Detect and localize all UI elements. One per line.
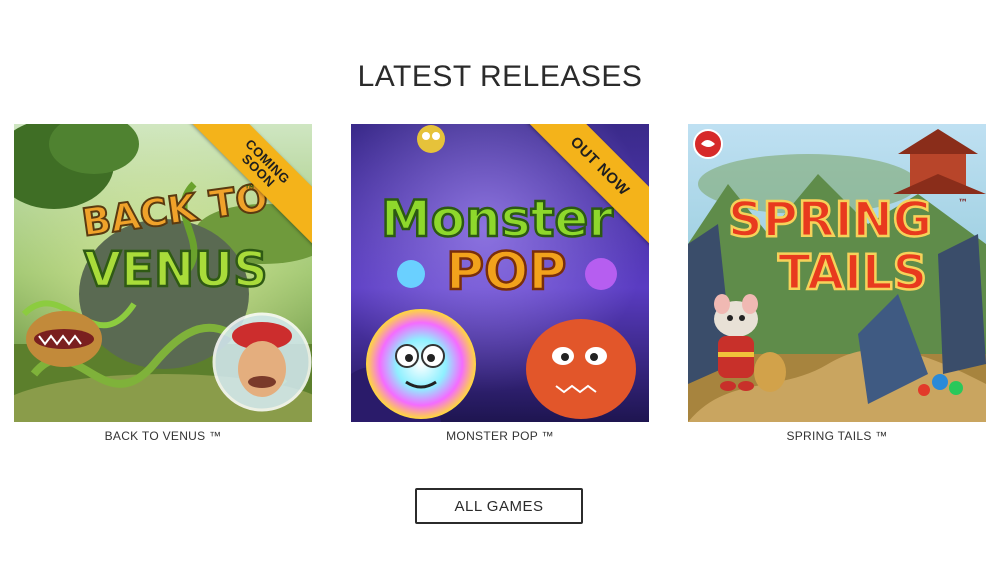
purple-monster-icon: [585, 258, 617, 290]
all-games-button[interactable]: ALL GAMES: [415, 488, 583, 524]
logo-line2: VENUS: [84, 242, 268, 298]
orange-monster-icon: [526, 319, 636, 419]
astronaut-icon: [212, 312, 312, 412]
game-thumbnail[interactable]: BACK TO VENUS ™ COMING SOON: [14, 124, 312, 422]
logo-line1: SPRING: [728, 192, 932, 248]
blue-gem-icon: [932, 374, 948, 390]
blue-monster-icon: [397, 260, 425, 288]
spring-tails-artwork: SPRING TAILS ™: [688, 124, 986, 422]
logo-line2: TAILS: [778, 245, 927, 301]
game-title[interactable]: BACK TO VENUS ™: [14, 429, 312, 443]
plant-monster-icon: [26, 311, 102, 367]
game-thumbnail[interactable]: SPRING TAILS ™: [688, 124, 986, 422]
game-title[interactable]: SPRING TAILS ™: [688, 429, 986, 443]
dragon-logo-icon: [693, 129, 723, 159]
yellow-monster-icon: [417, 125, 445, 153]
game-title[interactable]: MONSTER POP ™: [351, 429, 649, 443]
logo-line1: Monster: [381, 190, 613, 248]
green-gem-icon: [949, 381, 963, 395]
section-title: LATEST RELEASES: [357, 60, 643, 93]
latest-releases-section: LATEST RELEASES BACK TO VENUS ™ COMING S…: [0, 0, 1000, 562]
rainbow-flower-monster-icon: [366, 309, 476, 419]
game-card-monster-pop[interactable]: Monster POP OUT NOW MONSTER POP ™: [351, 124, 649, 443]
logo-line2: POP: [446, 242, 566, 302]
game-card-spring-tails[interactable]: SPRING TAILS ™ SPRING TAILS ™: [688, 124, 986, 443]
game-thumbnail[interactable]: Monster POP OUT NOW: [351, 124, 649, 422]
red-gem-icon: [918, 384, 930, 396]
logo-trademark: ™: [958, 198, 968, 209]
game-card-back-to-venus[interactable]: BACK TO VENUS ™ COMING SOON BACK TO VENU…: [14, 124, 312, 443]
